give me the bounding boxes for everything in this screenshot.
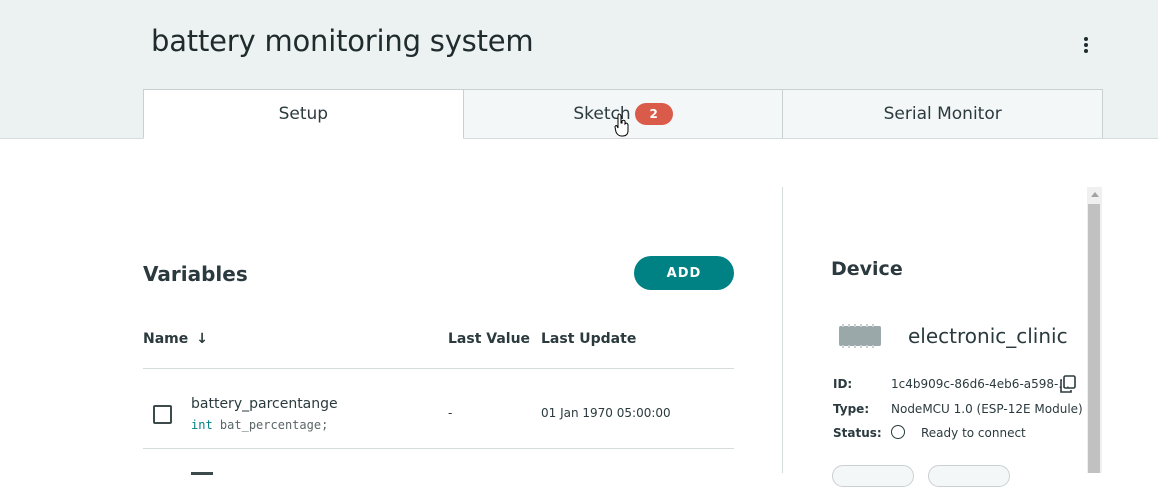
device-id-label: ID: (833, 377, 853, 391)
variable-declaration: int bat_percentage; (191, 418, 328, 432)
copy-icon[interactable] (1059, 375, 1077, 393)
tab-sketch-label: Sketch (573, 104, 631, 124)
page-title: battery monitoring system (151, 24, 534, 58)
scroll-up-icon[interactable] (1087, 187, 1102, 202)
device-type-label: Type: (833, 402, 870, 416)
variable-last-value: - (448, 406, 453, 420)
column-header-name-label: Name (143, 331, 189, 347)
column-header-name[interactable]: Name ↓ (143, 331, 208, 347)
next-row-partial (191, 463, 221, 477)
table-divider (143, 368, 734, 369)
tab-setup-label: Setup (278, 104, 329, 124)
device-id-value: 1c4b909c-86d6-4eb6-a598-... (891, 377, 1070, 391)
column-header-last-update: Last Update (541, 331, 637, 347)
sketch-badge: 2 (634, 103, 673, 125)
row-checkbox[interactable] (153, 405, 172, 424)
board-chip-icon (839, 324, 881, 348)
device-title: Device (831, 258, 903, 280)
tab-serial-monitor-label: Serial Monitor (883, 104, 1002, 124)
more-options-icon[interactable] (1076, 34, 1096, 56)
arrow-down-icon[interactable]: ↓ (196, 331, 208, 347)
variable-last-update: 01 Jan 1970 05:00:00 (541, 406, 671, 420)
scrollbar-thumb[interactable] (1088, 204, 1100, 473)
tab-bar: Setup Sketch 2 Serial Monitor (143, 89, 1104, 139)
device-status-value: Ready to connect (921, 426, 1026, 440)
device-name: electronic_clinic (908, 324, 1068, 348)
variable-type: int (191, 418, 213, 432)
add-variable-button[interactable]: ADD (634, 256, 734, 290)
variables-title: Variables (143, 262, 248, 286)
table-divider (143, 448, 734, 449)
device-action-button[interactable] (928, 465, 1010, 487)
status-circle-icon (891, 425, 905, 439)
header-bar: battery monitoring system Setup Sketch 2… (0, 0, 1158, 139)
variable-name[interactable]: battery_parcentange (191, 396, 338, 412)
column-header-last-value: Last Value (448, 331, 531, 347)
device-type-value: NodeMCU 1.0 (ESP-12E Module) (891, 402, 1083, 416)
scrollbar[interactable] (1087, 187, 1102, 473)
device-action-button[interactable] (832, 465, 914, 487)
variable-identifier: bat_percentage; (219, 418, 329, 432)
device-status-label: Status: (833, 426, 882, 440)
panel-divider (782, 187, 783, 473)
tab-serial-monitor[interactable]: Serial Monitor (783, 89, 1104, 138)
tab-setup[interactable]: Setup (143, 89, 464, 139)
tab-sketch[interactable]: Sketch 2 (463, 89, 784, 138)
